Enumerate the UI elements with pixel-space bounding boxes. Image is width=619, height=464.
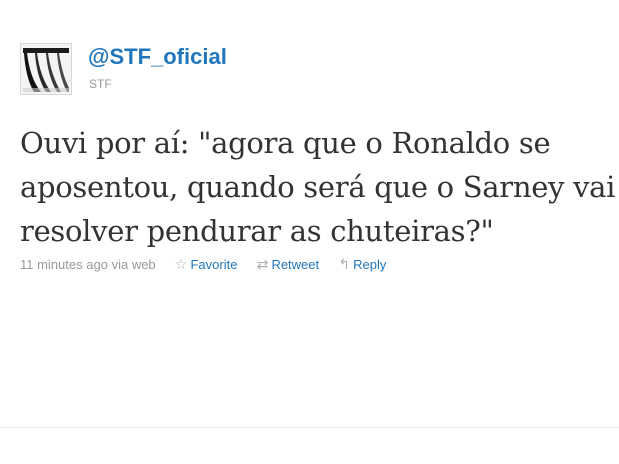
timestamp-link[interactable]: 11 minutes ago bbox=[20, 257, 108, 272]
favorite-label: Favorite bbox=[190, 257, 238, 272]
tweet-meta: 11 minutes ago via web ☆ Favorite ⇄ Retwee… bbox=[20, 255, 386, 273]
screen-name-link[interactable]: @STF_oficial bbox=[88, 43, 227, 71]
tweet-text-line: aposentou, quando será que o Sarney vai bbox=[20, 170, 616, 204]
divider bbox=[0, 427, 619, 428]
full-name: STF bbox=[89, 77, 112, 91]
retweet-arrows-icon: ⇄ bbox=[256, 256, 269, 272]
via-label: via bbox=[111, 257, 129, 272]
tweet-text-line: Ouvi por aí: "agora que o Ronaldo se bbox=[20, 126, 551, 160]
building-colonnade-icon bbox=[21, 44, 71, 94]
star-outline-icon: ☆ bbox=[174, 256, 188, 272]
retweet-button[interactable]: ⇄ Retweet bbox=[257, 255, 319, 274]
retweet-label: Retweet bbox=[271, 257, 320, 272]
reply-arrow-icon: ↰ bbox=[338, 256, 351, 272]
reply-label: Reply bbox=[353, 257, 387, 272]
source-link[interactable]: web bbox=[132, 257, 156, 272]
favorite-button[interactable]: ☆ Favorite bbox=[175, 255, 238, 274]
tweet-text: Ouvi por aí: "agora que o Ronaldo se apo… bbox=[20, 121, 616, 253]
avatar[interactable] bbox=[20, 43, 72, 95]
reply-button[interactable]: ↰ Reply bbox=[338, 255, 386, 274]
tweet-text-line: resolver pendurar as chuteiras?" bbox=[20, 214, 494, 248]
